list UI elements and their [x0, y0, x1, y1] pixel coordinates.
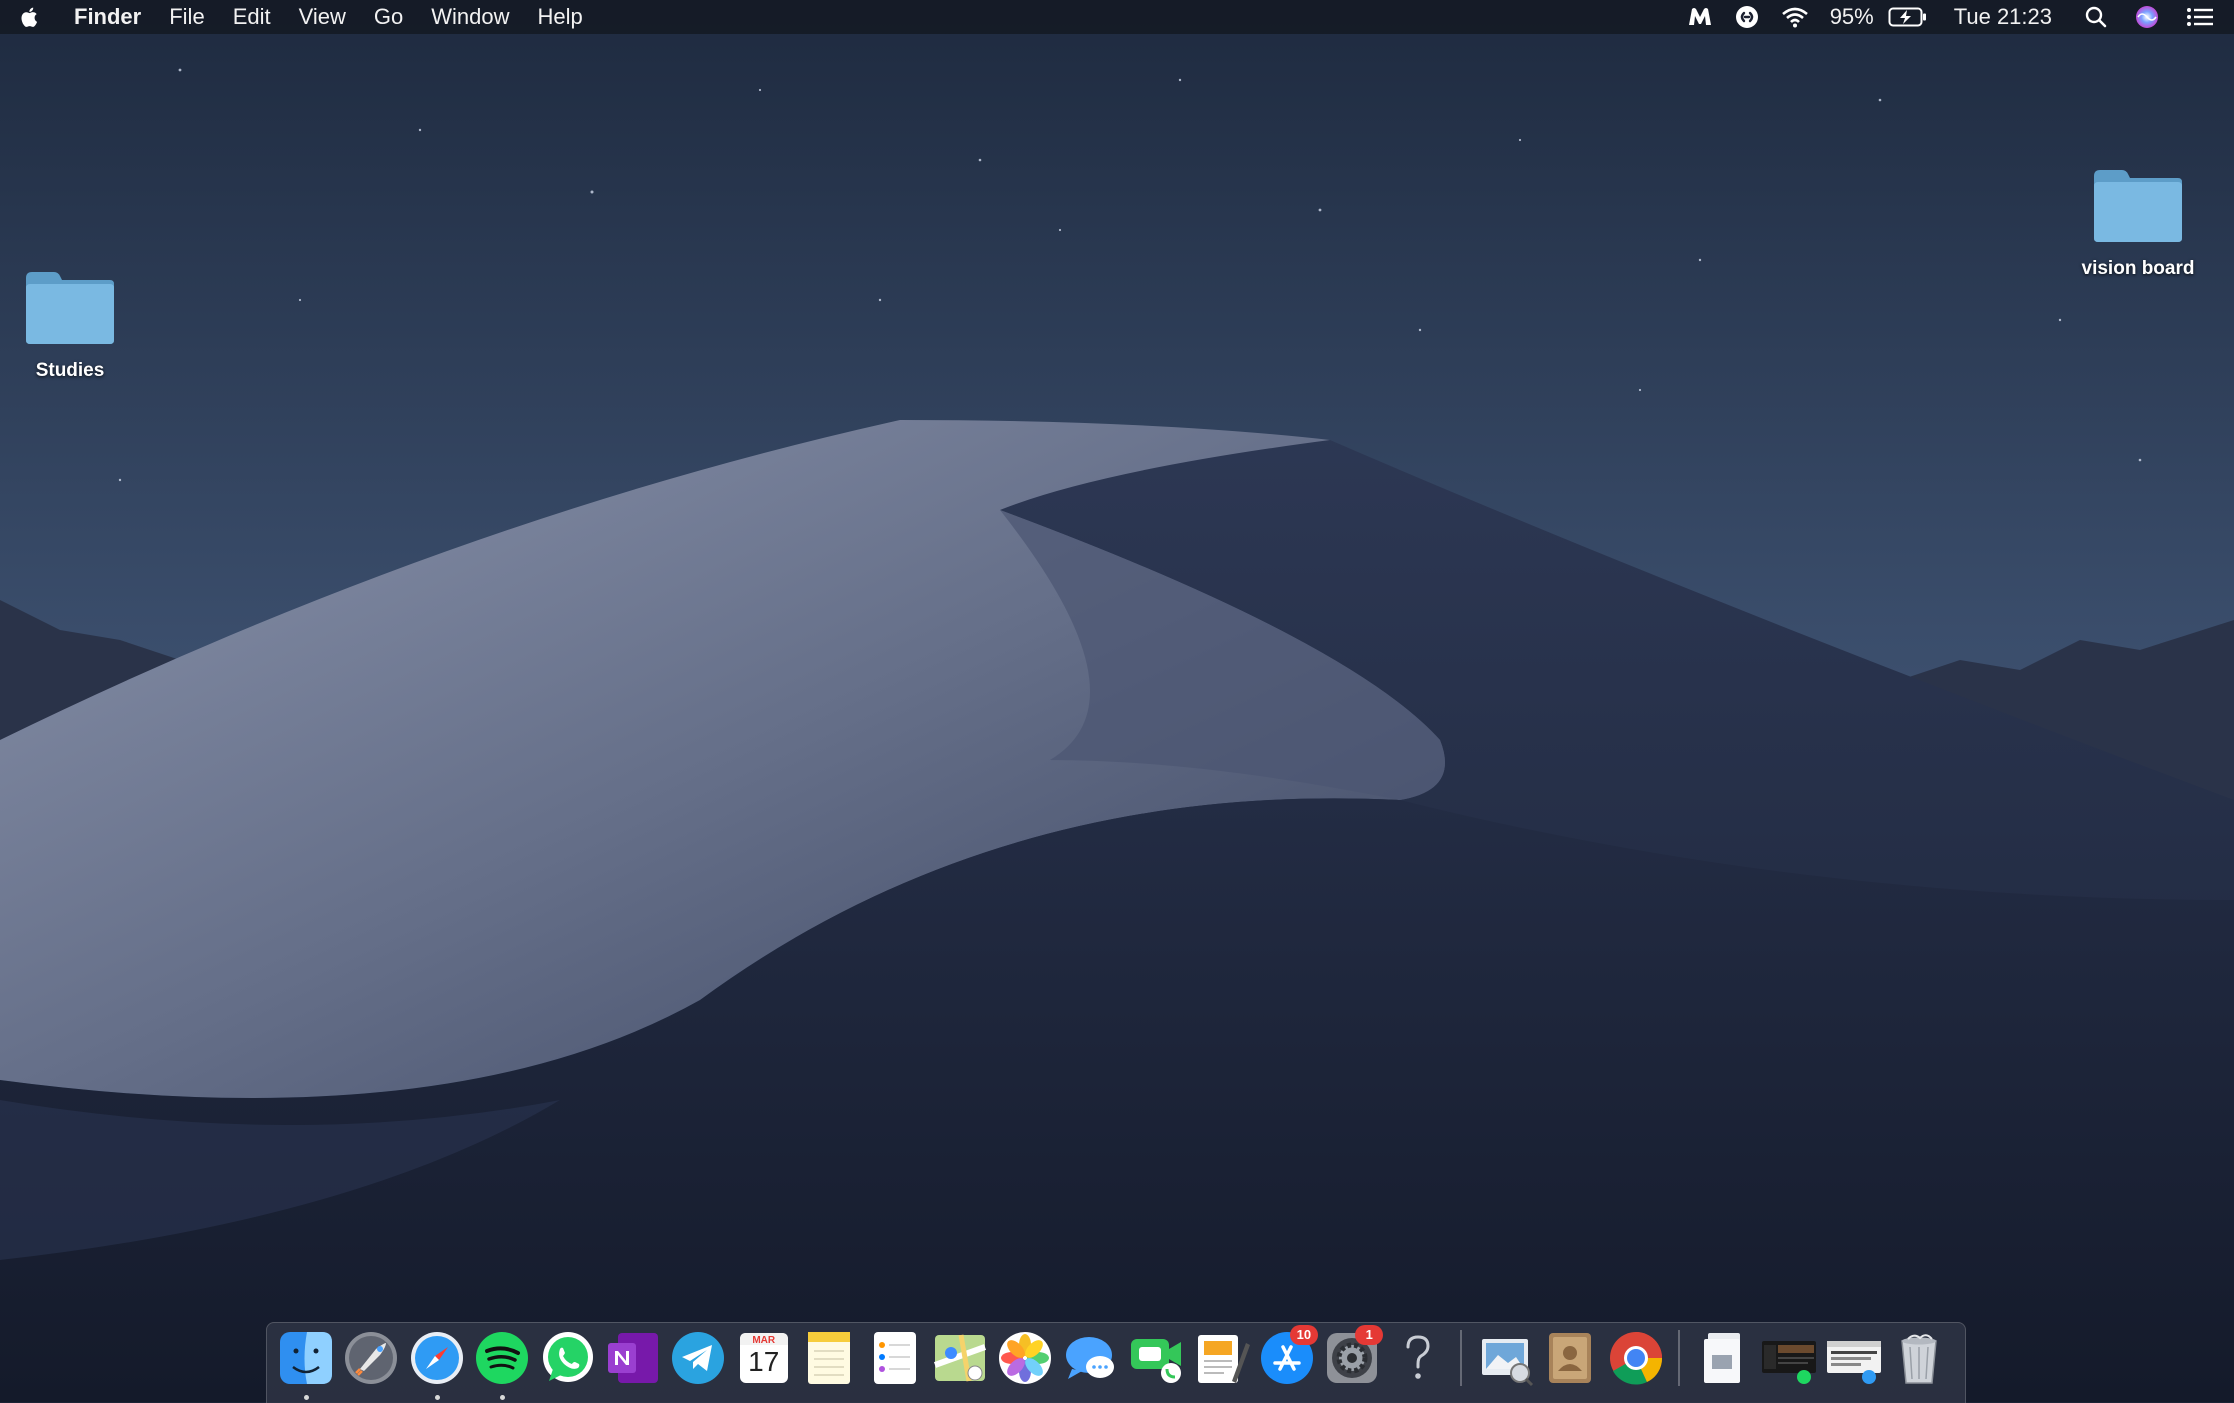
menu-clock[interactable]: Tue 21:23: [1938, 0, 2074, 34]
dock-messages[interactable]: [1062, 1329, 1120, 1387]
menu-app-finder[interactable]: Finder: [60, 0, 155, 34]
wifi-icon[interactable]: [1770, 0, 1820, 34]
contacts-icon: [1549, 1333, 1592, 1383]
dock-contacts[interactable]: [1541, 1329, 1599, 1387]
dock-notes[interactable]: [800, 1329, 858, 1387]
facetime-icon: [1131, 1339, 1182, 1383]
notes-icon: [808, 1332, 851, 1384]
photos-icon: [999, 1332, 1052, 1384]
spotify-window-thumbnail-icon: [1761, 1341, 1816, 1384]
running-indicator: [304, 1395, 309, 1400]
finder-icon: [280, 1332, 332, 1384]
dock-pages[interactable]: [1192, 1329, 1251, 1387]
dock-preview[interactable]: [1476, 1329, 1534, 1387]
desktop-wallpaper: [0, 0, 2234, 1402]
dock-separator: [1678, 1330, 1681, 1386]
trash-icon: [1901, 1334, 1938, 1384]
spotlight-search-icon[interactable]: [2074, 0, 2118, 34]
siri-icon[interactable]: [2118, 0, 2176, 34]
menu-edit[interactable]: Edit: [219, 0, 285, 34]
dock-reminders[interactable]: [866, 1329, 924, 1387]
document-stack-icon: [1704, 1333, 1741, 1383]
dock-safari-window[interactable]: [1825, 1329, 1883, 1387]
dock-unknown-app[interactable]: [1389, 1329, 1447, 1387]
dock-whatsapp[interactable]: [539, 1329, 597, 1387]
menu-help[interactable]: Help: [524, 0, 597, 34]
running-indicator: [500, 1395, 506, 1400]
dock-separator: [1460, 1330, 1463, 1386]
folder-label: vision board: [2081, 258, 2195, 279]
spotify-icon: [476, 1332, 529, 1384]
shazam-icon[interactable]: [1724, 0, 1770, 34]
battery-charging-icon[interactable]: [1878, 0, 1938, 34]
running-indicator: [434, 1395, 440, 1400]
calendar-month: MAR: [752, 1335, 776, 1346]
menu-window[interactable]: Window: [417, 0, 523, 34]
apple-logo-icon[interactable]: [0, 0, 60, 34]
dock-document-stack[interactable]: [1694, 1329, 1752, 1387]
whatsapp-icon: [542, 1332, 593, 1382]
pages-icon: [1198, 1335, 1251, 1383]
dock-chrome[interactable]: [1607, 1329, 1665, 1387]
dock-facetime[interactable]: [1127, 1329, 1185, 1387]
question-mark-icon: [1406, 1335, 1430, 1379]
dock: MAR 17 10 1: [266, 1322, 1966, 1403]
dock-spotify-window[interactable]: [1760, 1329, 1818, 1387]
folder-icon: [2094, 170, 2182, 242]
telegram-icon: [672, 1332, 725, 1384]
desktop-folder-vision-board[interactable]: vision board: [2068, 166, 2208, 280]
dock-maps[interactable]: [931, 1329, 989, 1387]
safari-icon: [410, 1332, 463, 1384]
messages-icon: [1065, 1337, 1114, 1379]
dock-safari[interactable]: [408, 1329, 466, 1400]
notification-badge: 1: [1355, 1325, 1384, 1345]
menu-go[interactable]: Go: [360, 0, 417, 34]
dock-trash[interactable]: [1890, 1329, 1948, 1387]
dock-spotify[interactable]: [473, 1329, 531, 1400]
preview-icon: [1482, 1339, 1534, 1387]
maps-icon: [933, 1334, 986, 1382]
folder-label: Studies: [35, 360, 105, 381]
malwarebytes-icon[interactable]: [1676, 0, 1724, 34]
dock-onenote[interactable]: [604, 1329, 662, 1387]
notification-badge: 10: [1289, 1325, 1318, 1345]
folder-icon: [26, 272, 114, 344]
dock-app-store[interactable]: 10: [1258, 1325, 1318, 1387]
menu-view[interactable]: View: [285, 0, 360, 34]
safari-window-thumbnail-icon: [1826, 1341, 1881, 1384]
chrome-icon: [1609, 1332, 1662, 1385]
onenote-icon: [607, 1333, 658, 1383]
reminders-icon: [873, 1332, 916, 1384]
dock-telegram[interactable]: [669, 1329, 727, 1387]
dock-system-preferences[interactable]: 1: [1323, 1325, 1384, 1387]
desktop-folder-studies[interactable]: Studies: [0, 268, 140, 382]
battery-percent[interactable]: 95%: [1820, 0, 1878, 34]
menu-bar: Finder File Edit View Go Window Help 95%…: [0, 0, 2234, 34]
dock-launchpad[interactable]: [342, 1329, 400, 1387]
notification-center-icon[interactable]: [2176, 0, 2234, 34]
dock-calendar[interactable]: MAR 17: [735, 1329, 793, 1387]
calendar-day: 17: [748, 1346, 780, 1377]
launchpad-icon: [345, 1332, 398, 1384]
menu-file[interactable]: File: [155, 0, 218, 34]
dock-finder[interactable]: [277, 1329, 335, 1400]
dock-photos[interactable]: [996, 1329, 1054, 1387]
